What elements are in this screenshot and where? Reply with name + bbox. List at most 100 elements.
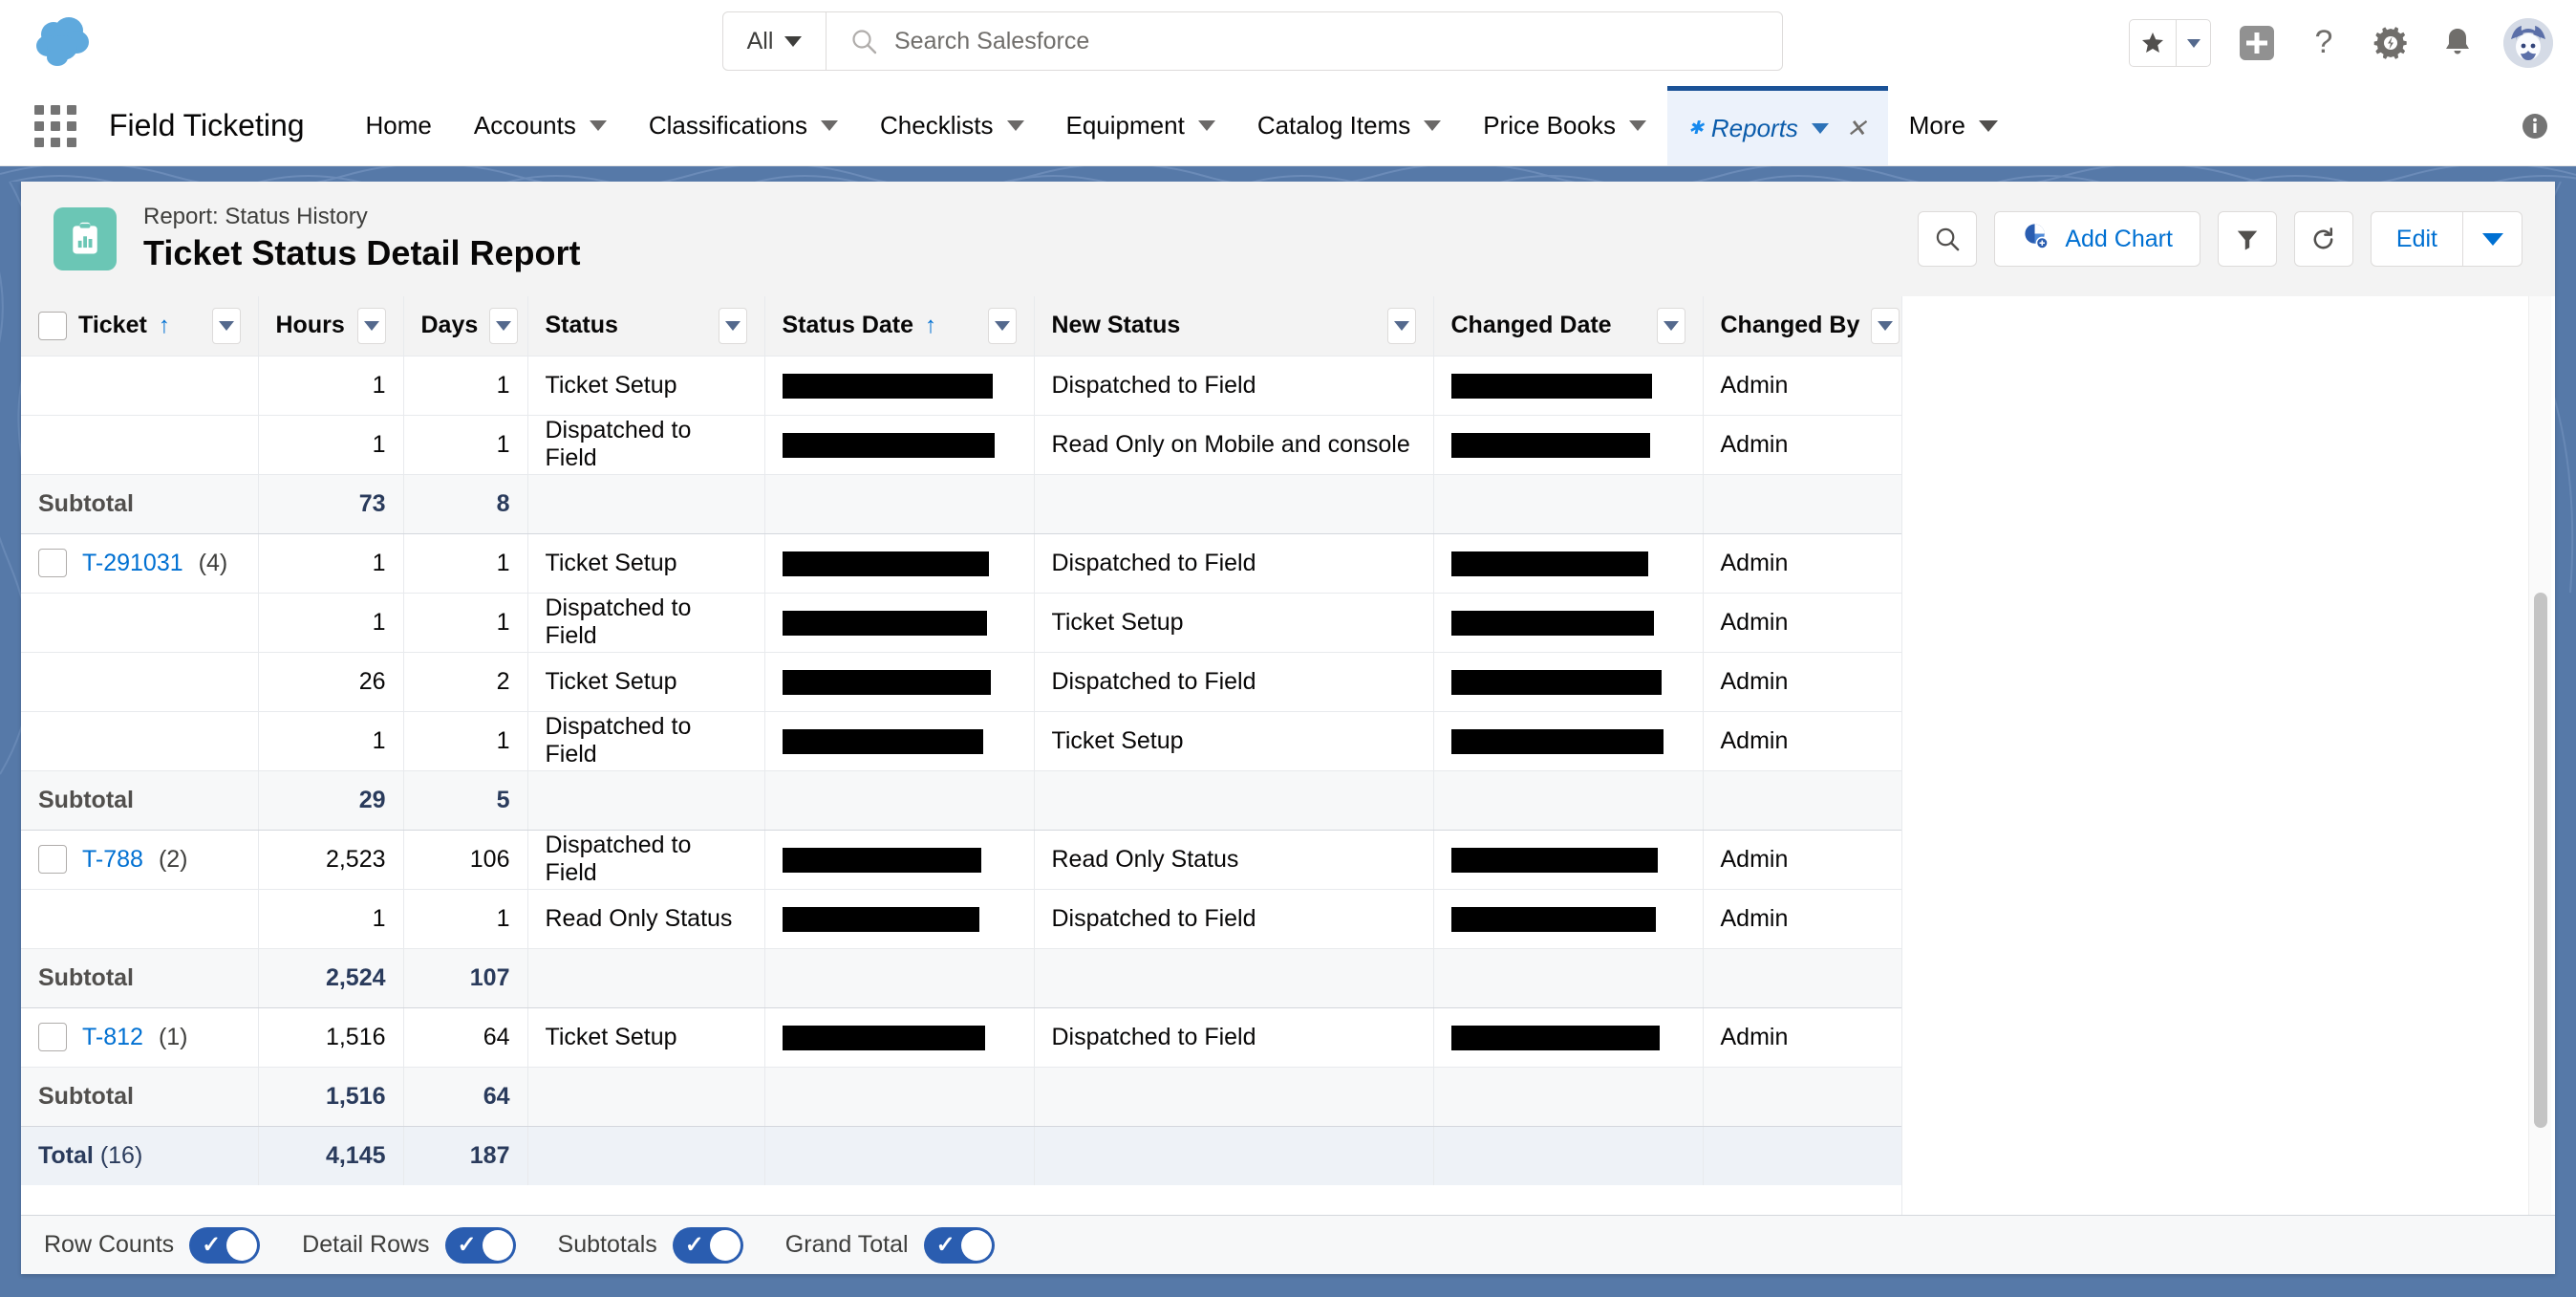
refresh-button[interactable] (2293, 211, 2353, 267)
table-row[interactable]: 1 1 Dispatched to Field Ticket Setup Admin (21, 711, 1901, 771)
nav-tab-catalog-items[interactable]: Catalog Items (1236, 86, 1462, 165)
table-row[interactable]: 1 1 Read Only Status Dispatched to Field Adm… (21, 889, 1901, 949)
add-chart-button[interactable]: Add Chart (1994, 211, 2200, 267)
column-menu-icon[interactable] (718, 307, 747, 344)
toggle-grand-total[interactable]: Grand Total ✓ (785, 1226, 995, 1264)
cell-changed-by[interactable]: Admin (1703, 1007, 1901, 1068)
chevron-down-icon[interactable] (1006, 120, 1024, 131)
table-row[interactable]: 1 1 Dispatched to Field Ticket Setup Admin (21, 593, 1901, 653)
add-icon[interactable] (2236, 22, 2278, 64)
info-icon[interactable] (2521, 112, 2549, 141)
cell-new-status[interactable]: Ticket Setup (1034, 593, 1434, 653)
favorites-button-group[interactable] (2129, 19, 2211, 67)
column-menu-icon[interactable] (1656, 307, 1685, 344)
table-row[interactable]: 1 1 Dispatched to Field Read Only on Mobile… (21, 415, 1901, 475)
column-header-changed-date[interactable]: Changed Date (1433, 296, 1704, 357)
chevron-down-icon[interactable] (1197, 120, 1215, 131)
group-ticket-link[interactable]: T-291031 (82, 550, 183, 577)
chevron-down-icon[interactable] (1628, 120, 1646, 131)
group-ticket-link[interactable]: T-812 (82, 1024, 143, 1051)
toggle-subtotals[interactable]: Subtotals ✓ (558, 1226, 743, 1264)
close-tab-icon[interactable]: ✕ (1846, 114, 1867, 143)
cell-status[interactable]: Ticket Setup (527, 652, 765, 712)
notifications-bell-icon[interactable] (2436, 22, 2479, 64)
cell-new-status[interactable]: Read Only Status (1034, 830, 1434, 890)
vertical-scrollbar[interactable] (2528, 296, 2551, 1215)
toggle-switch[interactable]: ✓ (444, 1226, 516, 1264)
search-scope-dropdown[interactable]: All (723, 12, 826, 70)
row-select-checkbox[interactable] (38, 845, 67, 874)
chevron-down-icon[interactable] (821, 120, 839, 131)
report-more-actions-button[interactable] (2463, 211, 2522, 267)
column-menu-icon[interactable] (987, 307, 1017, 344)
column-menu-icon[interactable] (1386, 307, 1416, 344)
cell-new-status[interactable]: Dispatched to Field (1034, 533, 1434, 594)
cell-changed-by[interactable]: Admin (1703, 652, 1901, 712)
nav-tab-more[interactable]: More (1888, 86, 2019, 165)
column-header-new-status[interactable]: New Status (1034, 296, 1434, 357)
table-row[interactable]: 26 2 Ticket Setup Dispatched to Field Admin (21, 652, 1901, 712)
cell-new-status[interactable]: Dispatched to Field (1034, 889, 1434, 949)
chevron-down-icon[interactable] (1811, 122, 1829, 134)
toggle-row-counts[interactable]: Row Counts ✓ (44, 1226, 261, 1264)
favorites-dropdown-icon[interactable] (2176, 20, 2210, 66)
nav-tab-price-books[interactable]: Price Books (1462, 86, 1667, 165)
table-row[interactable]: T-812 (1) 1,516 64 Ticket Setup Dispatched to… (21, 1007, 1901, 1068)
global-search-bar[interactable]: All Search Salesforce (722, 11, 1783, 71)
cell-changed-by[interactable]: Admin (1703, 711, 1901, 771)
column-header-status-date[interactable]: Status Date ↑ (764, 296, 1035, 357)
app-launcher-icon[interactable] (34, 104, 78, 147)
toggle-switch[interactable]: ✓ (189, 1226, 261, 1264)
column-header-hours[interactable]: Hours (258, 296, 404, 357)
row-select-checkbox[interactable] (38, 1023, 67, 1051)
nav-tab-reports[interactable]: ✱ Reports ✕ (1666, 86, 1888, 165)
toggle-switch[interactable]: ✓ (923, 1226, 995, 1264)
cell-status[interactable]: Dispatched to Field (527, 830, 765, 890)
select-all-checkbox[interactable] (38, 311, 67, 340)
user-avatar[interactable] (2503, 18, 2553, 68)
cell-new-status[interactable]: Dispatched to Field (1034, 356, 1434, 416)
edit-button[interactable]: Edit (2370, 211, 2463, 267)
report-search-button[interactable] (1918, 211, 1978, 267)
cell-status[interactable]: Ticket Setup (527, 533, 765, 594)
column-header-ticket[interactable]: Ticket ↑ (21, 296, 259, 357)
cell-changed-by[interactable]: Admin (1703, 889, 1901, 949)
help-icon[interactable]: ? (2303, 22, 2345, 64)
toggle-switch[interactable]: ✓ (672, 1226, 743, 1264)
salesforce-cloud-logo[interactable] (32, 15, 96, 71)
table-row[interactable]: T-291031 (4) 1 1 Ticket Setup Dispatched to F… (21, 533, 1901, 594)
nav-tab-home[interactable]: Home (345, 86, 453, 165)
cell-status[interactable]: Dispatched to Field (527, 415, 765, 475)
cell-status[interactable]: Dispatched to Field (527, 711, 765, 771)
cell-new-status[interactable]: Dispatched to Field (1034, 652, 1434, 712)
row-select-checkbox[interactable] (38, 549, 67, 577)
favorites-star-icon[interactable] (2130, 20, 2176, 66)
table-row[interactable]: 1 1 Ticket Setup Dispatched to Field Admin (21, 356, 1901, 416)
cell-new-status[interactable]: Read Only on Mobile and console (1034, 415, 1434, 475)
search-input-area[interactable]: Search Salesforce (826, 28, 1782, 55)
cell-status[interactable]: Dispatched to Field (527, 593, 765, 653)
nav-tab-checklists[interactable]: Checklists (859, 86, 1044, 165)
cell-changed-by[interactable]: Admin (1703, 356, 1901, 416)
cell-status[interactable]: Ticket Setup (527, 356, 765, 416)
filter-button[interactable] (2217, 211, 2277, 267)
column-menu-icon[interactable] (211, 307, 241, 344)
group-ticket-link[interactable]: T-788 (82, 846, 143, 874)
column-menu-icon[interactable] (489, 307, 519, 344)
cell-status[interactable]: Ticket Setup (527, 1007, 765, 1068)
cell-changed-by[interactable]: Admin (1703, 593, 1901, 653)
chevron-down-icon[interactable] (1978, 119, 1998, 132)
nav-tab-equipment[interactable]: Equipment (1045, 86, 1236, 165)
cell-new-status[interactable]: Ticket Setup (1034, 711, 1434, 771)
table-row[interactable]: T-788 (2) 2,523 106 Dispatched to Field Read … (21, 830, 1901, 890)
chevron-down-icon[interactable] (589, 120, 607, 131)
cell-changed-by[interactable]: Admin (1703, 415, 1901, 475)
column-menu-icon[interactable] (1871, 307, 1900, 344)
chevron-down-icon[interactable] (1424, 120, 1442, 131)
nav-tab-classifications[interactable]: Classifications (628, 86, 859, 165)
setup-gear-icon[interactable] (2370, 22, 2412, 64)
cell-status[interactable]: Read Only Status (527, 889, 765, 949)
column-header-days[interactable]: Days (403, 296, 528, 357)
toggle-detail-rows[interactable]: Detail Rows ✓ (302, 1226, 516, 1264)
report-table-scroll[interactable]: Ticket ↑ Hours Days Status Status Date ↑… (21, 296, 1901, 1215)
